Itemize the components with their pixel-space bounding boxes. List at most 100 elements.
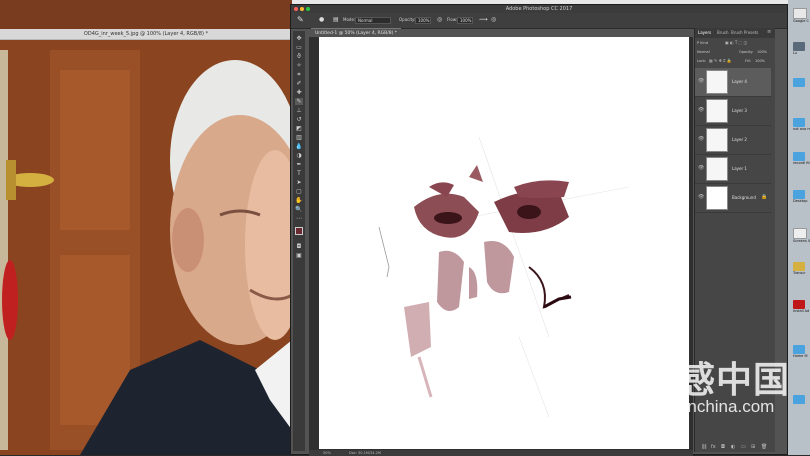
panel-tabs: Layers Brush Brush Presets ≡	[695, 28, 775, 38]
lock-label: Lock:	[697, 59, 707, 63]
desktop-item-label: Transcr	[793, 271, 806, 275]
flow-field[interactable]: 100%	[457, 17, 473, 24]
stamp-tool-icon[interactable]: ⊥	[295, 107, 303, 114]
panel-menu-icon[interactable]: ≡	[767, 29, 771, 35]
minimize-window-button[interactable]	[300, 7, 304, 11]
watermark-logo	[577, 350, 633, 418]
file-icon	[793, 228, 807, 239]
layer-name[interactable]: Layer 1	[732, 166, 747, 171]
layer-row-background[interactable]: 👁 Background 🔒	[695, 184, 771, 213]
path-select-tool-icon[interactable]: ➤	[295, 179, 303, 186]
blend-mode-select[interactable]: Normal	[697, 50, 710, 54]
desktop-item[interactable]: Screens 03.36 Fr	[793, 228, 810, 243]
layer-thumbnail	[706, 186, 728, 210]
pen-tool-icon[interactable]: ✒	[295, 161, 303, 168]
desktop-item[interactable]	[793, 395, 807, 404]
add-mask-icon[interactable]: ◘	[721, 444, 725, 450]
brush-tool-icon[interactable]: ✎	[295, 98, 303, 105]
crop-tool-icon[interactable]: ⌗	[295, 71, 303, 78]
layer-name[interactable]: Layer 3	[732, 108, 747, 113]
desktop-item[interactable]: Lu	[793, 42, 807, 55]
pressure-opacity-icon[interactable]: ◎	[437, 16, 442, 23]
adjustment-layer-icon[interactable]: ◐	[731, 444, 735, 450]
desktop-item[interactable]: Install Ad Phot	[793, 300, 810, 313]
history-brush-tool-icon[interactable]: ↺	[295, 116, 303, 123]
folder-icon	[793, 118, 805, 127]
new-group-icon[interactable]: ▭	[741, 444, 746, 450]
lock-icons[interactable]: ▦ ✎ ✥ ⌗ 🔒	[709, 58, 732, 63]
tab-brush[interactable]: Brush	[717, 30, 729, 35]
quick-select-tool-icon[interactable]: ✧	[295, 62, 303, 69]
zoom-tool-icon[interactable]: 🔍	[295, 206, 303, 213]
tab-layers[interactable]: Layers	[698, 30, 711, 35]
fill-value[interactable]: 100%	[755, 59, 765, 63]
reference-window-title[interactable]: OD4G_inr_week_5.jpg @ 100% (Layer 4, RGB…	[0, 29, 292, 40]
desktop-item[interactable]: Transcr	[793, 262, 807, 275]
layer-opacity-value[interactable]: 100%	[757, 50, 767, 54]
desktop-item[interactable]: recordi files 'BIT'	[793, 152, 810, 165]
layer-row-1[interactable]: 👁 Layer 1	[695, 155, 771, 184]
mode-select[interactable]: Normal	[355, 17, 391, 24]
desktop-item[interactable]: Google C	[793, 8, 809, 23]
zoom-readout[interactable]: 50%	[323, 450, 331, 456]
toggle-brush-panel-icon[interactable]: ▤	[333, 16, 339, 23]
hand-tool-icon[interactable]: ✋	[295, 197, 303, 204]
layer-row-2[interactable]: 👁 Layer 2	[695, 126, 771, 155]
visibility-eye-icon[interactable]: 👁	[698, 165, 704, 171]
opacity-field[interactable]: 100%	[415, 17, 431, 24]
visibility-eye-icon[interactable]: 👁	[698, 136, 704, 142]
layer-row-4[interactable]: 👁 Layer 4	[695, 68, 771, 97]
more-tools-icon[interactable]: ⋯	[295, 215, 303, 222]
dodge-tool-icon[interactable]: ◑	[295, 152, 303, 159]
airbrush-icon[interactable]: ⟿	[479, 16, 488, 23]
visibility-eye-icon[interactable]: 👁	[698, 107, 704, 113]
screen-mode-icon[interactable]: ▣	[295, 252, 303, 259]
lasso-tool-icon[interactable]: ϑ	[295, 53, 303, 60]
layer-filter-kind[interactable]: P Kind	[697, 41, 708, 45]
document-tab[interactable]: Untitled-1 @ 50% (Layer 4, RGB/8) *	[311, 28, 401, 37]
healing-tool-icon[interactable]: ✚	[295, 89, 303, 96]
new-layer-icon[interactable]: ⊞	[751, 444, 755, 450]
brush-tool-icon[interactable]: ✎	[297, 15, 304, 24]
reference-image-window[interactable]: OD4G_inr_week_5.jpg @ 100% (Layer 4, RGB…	[0, 0, 292, 455]
gradient-tool-icon[interactable]: ▥	[295, 134, 303, 141]
link-layers-icon[interactable]: ⛓	[701, 444, 707, 450]
desktop-item[interactable]	[793, 78, 807, 87]
tab-brush-presets[interactable]: Brush Presets	[731, 30, 758, 35]
opacity-label: Opacity:	[399, 17, 416, 22]
layer-name[interactable]: Layer 4	[732, 79, 747, 84]
filter-icons[interactable]: ▣ ◐ T ⬚ ◫	[725, 40, 747, 45]
layer-name[interactable]: Layer 2	[732, 137, 747, 142]
desktop-item[interactable]: Desktop	[793, 190, 807, 203]
trash-icon[interactable]: 🗑	[761, 444, 767, 450]
foreground-color-swatch[interactable]	[295, 227, 303, 235]
desktop-item-label: Install Ad Phot	[793, 309, 810, 313]
marquee-tool-icon[interactable]: ▭	[295, 44, 303, 51]
watermark-latin: lingganchina.com	[642, 397, 775, 416]
options-bar: ✎ ● ▤ Mode: Normal Opacity: 100% ◎ Flow:…	[291, 13, 787, 29]
file-icon	[793, 42, 805, 51]
type-tool-icon[interactable]: T	[295, 170, 303, 177]
shape-tool-icon[interactable]: ▢	[295, 188, 303, 195]
blur-tool-icon[interactable]: 💧	[295, 143, 303, 150]
visibility-eye-icon[interactable]: 👁	[698, 194, 704, 200]
tools-panel: ✥ ▭ ϑ ✧ ⌗ ✐ ✚ ✎ ⊥ ↺ ◩ ▥ 💧 ◑ ✒ T ➤ ▢ ✋ 🔍 …	[293, 31, 306, 451]
quick-mask-icon[interactable]: ◘	[295, 243, 303, 250]
eyedropper-tool-icon[interactable]: ✐	[295, 80, 303, 87]
desktop-item[interactable]: not ava mach	[793, 118, 810, 131]
zoom-window-button[interactable]	[306, 7, 310, 11]
pressure-size-icon[interactable]: ◎	[491, 16, 496, 23]
close-window-button[interactable]	[294, 7, 298, 11]
layer-thumbnail	[706, 99, 728, 123]
layer-name[interactable]: Background	[732, 195, 756, 200]
status-bar: 50% Doc: 30.1M/34.2M	[309, 450, 693, 456]
visibility-eye-icon[interactable]: 👁	[698, 78, 704, 84]
brush-preset-icon[interactable]: ●	[319, 16, 324, 23]
layer-style-icon[interactable]: fx	[711, 444, 716, 450]
move-tool-icon[interactable]: ✥	[295, 35, 303, 42]
desktop-item[interactable]: Home M	[793, 345, 807, 358]
eraser-tool-icon[interactable]: ◩	[295, 125, 303, 132]
layer-row-3[interactable]: 👁 Layer 3	[695, 97, 771, 126]
mode-label: Mode:	[343, 17, 356, 22]
fill-label: Fill:	[745, 59, 751, 63]
